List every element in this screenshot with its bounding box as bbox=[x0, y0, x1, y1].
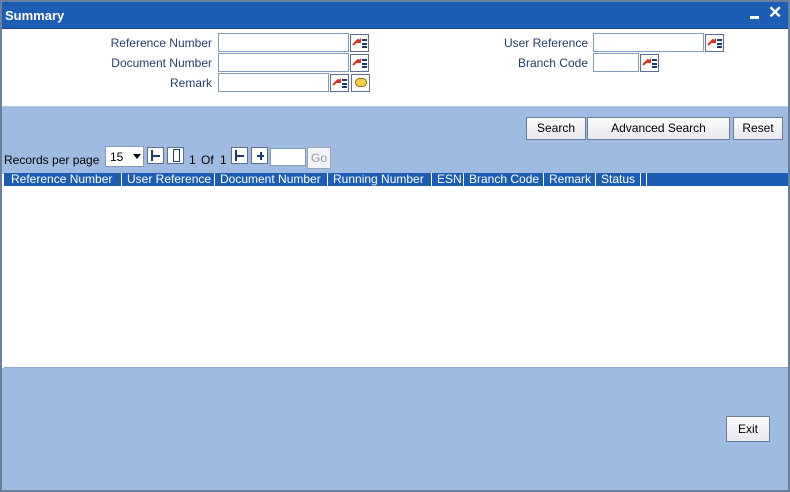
column-header-running-number[interactable]: Running Number bbox=[328, 173, 432, 186]
user-reference-lov-icon[interactable] bbox=[705, 34, 724, 52]
column-header-remark[interactable]: Remark bbox=[544, 173, 596, 186]
advanced-search-button[interactable]: Advanced Search bbox=[587, 117, 730, 140]
minimize-icon[interactable] bbox=[748, 5, 762, 21]
results-table-body bbox=[4, 186, 788, 368]
branch-code-field[interactable] bbox=[593, 53, 639, 72]
search-button[interactable]: Search bbox=[526, 117, 586, 140]
document-number-lov-icon[interactable] bbox=[350, 54, 369, 72]
column-header-branch-code[interactable]: Branch Code bbox=[464, 173, 544, 186]
reference-number-lov-icon[interactable] bbox=[350, 34, 369, 52]
records-per-page-select[interactable]: 15 bbox=[105, 146, 144, 167]
page-number-input[interactable] bbox=[270, 148, 306, 166]
branch-code-label: Branch Code bbox=[517, 56, 588, 70]
reset-button[interactable]: Reset bbox=[733, 117, 783, 140]
column-header-empty bbox=[641, 173, 647, 186]
records-per-page-value: 15 bbox=[110, 150, 124, 164]
total-pages: 1 bbox=[220, 153, 227, 167]
column-header-document-number[interactable]: Document Number bbox=[215, 173, 328, 186]
footer-panel: Exit bbox=[2, 368, 788, 490]
user-reference-label: User Reference bbox=[503, 36, 588, 50]
records-per-page-label: Records per page bbox=[4, 153, 100, 167]
remark-field[interactable] bbox=[218, 73, 329, 92]
column-header-status[interactable]: Status bbox=[596, 173, 641, 186]
column-header-esn[interactable]: ESN bbox=[432, 173, 464, 186]
next-page-icon[interactable] bbox=[231, 147, 248, 164]
reference-number-field[interactable] bbox=[218, 33, 349, 52]
title-bar: Summary ✕ bbox=[2, 2, 788, 29]
comment-bubble-icon[interactable] bbox=[351, 74, 370, 92]
go-button[interactable]: Go bbox=[307, 147, 331, 169]
remark-lov-icon[interactable] bbox=[330, 74, 349, 92]
table-header: Reference Number User Reference Document… bbox=[4, 173, 788, 186]
close-icon[interactable]: ✕ bbox=[768, 4, 782, 22]
document-number-field[interactable] bbox=[218, 53, 349, 72]
chevron-down-icon bbox=[133, 154, 141, 159]
column-header-user-reference[interactable]: User Reference bbox=[122, 173, 215, 186]
current-page: 1 bbox=[189, 153, 196, 167]
first-page-icon[interactable] bbox=[147, 147, 164, 164]
column-header-reference-number[interactable]: Reference Number bbox=[6, 173, 122, 186]
previous-page-icon[interactable] bbox=[167, 147, 184, 164]
branch-code-lov-icon[interactable] bbox=[640, 54, 659, 72]
document-number-label: Document Number bbox=[111, 56, 212, 70]
window-title: Summary bbox=[5, 8, 65, 23]
user-reference-field[interactable] bbox=[593, 33, 704, 52]
reference-number-label: Reference Number bbox=[110, 36, 212, 50]
last-page-icon[interactable] bbox=[251, 147, 268, 164]
summary-window: Summary ✕ Reference Number Document Numb… bbox=[0, 0, 790, 492]
exit-button[interactable]: Exit bbox=[726, 416, 770, 442]
of-label: Of bbox=[201, 153, 214, 167]
remark-label: Remark bbox=[169, 76, 212, 90]
